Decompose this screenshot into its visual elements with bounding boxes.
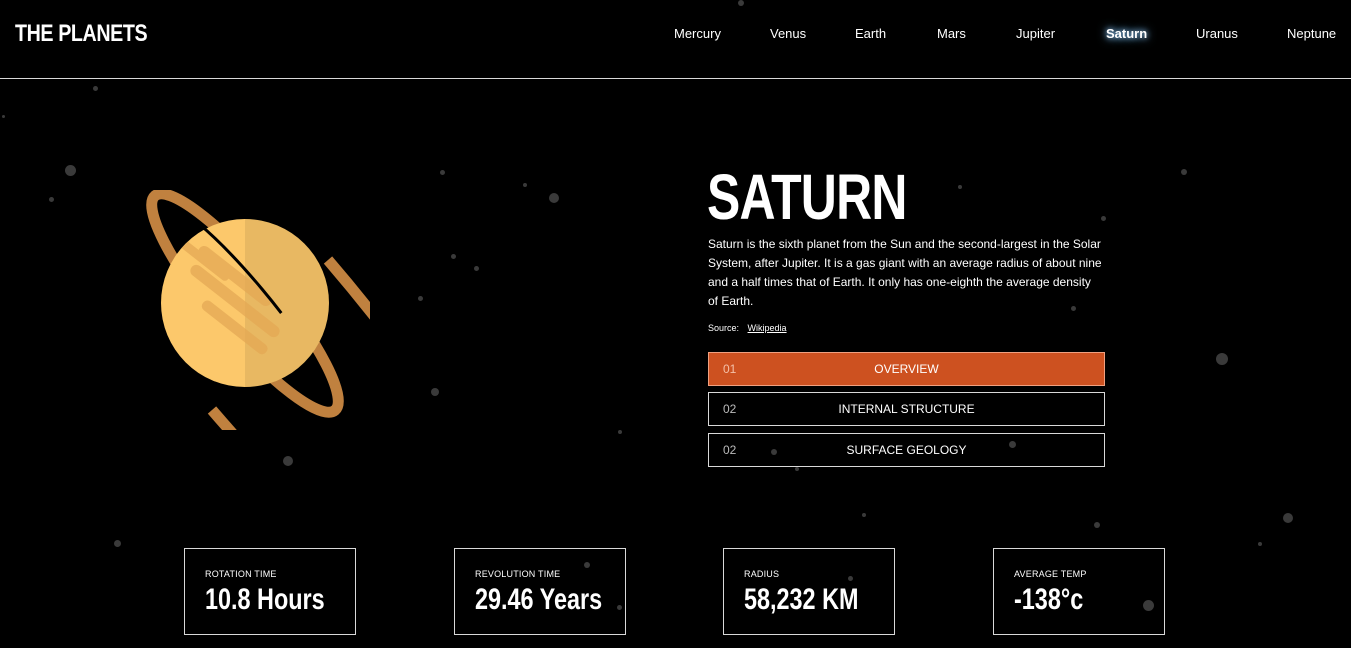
tab-internal-structure[interactable]: 02 INTERNAL STRUCTURE [708,392,1105,426]
stat-value: 58,232 KM [744,583,859,616]
star [549,193,559,203]
nav-item-jupiter[interactable]: Jupiter [1016,26,1055,41]
nav-item-mercury[interactable]: Mercury [674,26,721,41]
nav-item-neptune[interactable]: Neptune [1287,26,1336,41]
planet-description: Saturn is the sixth planet from the Sun … [708,237,1102,308]
stat-rotation-time: ROTATION TIME 10.8 Hours [184,548,356,635]
tab-label: OVERVIEW [874,362,939,376]
nav-item-mars[interactable]: Mars [937,26,966,41]
stat-value: 29.46 Years [475,583,603,616]
stat-label: ROTATION TIME [205,569,277,579]
stat-average-temp: AVERAGE TEMP -138°c [993,548,1165,635]
stat-value: 10.8 Hours [205,583,325,616]
star [451,254,456,259]
star [93,86,98,91]
stat-value: -138°c [1014,583,1084,616]
nav-item-saturn[interactable]: Saturn [1106,26,1147,41]
stat-label: RADIUS [744,569,780,579]
star [795,467,799,471]
star [1258,542,1262,546]
star [418,296,423,301]
stat-label: REVOLUTION TIME [475,569,561,579]
site-logo[interactable]: THE PLANETS [15,20,148,48]
nav-item-venus[interactable]: Venus [770,26,806,41]
star [49,197,54,202]
star [440,170,445,175]
source-label: Source: [708,323,740,333]
site-header: THE PLANETS Mercury Venus Earth Mars Jup… [0,0,1351,79]
tab-label: INTERNAL STRUCTURE [838,402,975,416]
star [1101,216,1106,221]
stat-radius: RADIUS 58,232 KM [723,548,895,635]
star [1216,353,1228,365]
star [474,266,479,271]
stat-label: AVERAGE TEMP [1014,569,1087,579]
star [431,388,439,396]
saturn-illustration [146,190,370,430]
star [1283,513,1293,523]
source-line: Source: Wikipedia [708,323,787,333]
star [283,456,293,466]
star [958,185,962,189]
planet-title: SATURN [707,161,907,233]
star [523,183,527,187]
star [65,165,76,176]
star [1094,522,1100,528]
tab-surface-geology[interactable]: 02 SURFACE GEOLOGY [708,433,1105,467]
star [2,115,5,118]
nav-item-uranus[interactable]: Uranus [1196,26,1238,41]
tab-overview[interactable]: 01 OVERVIEW [708,352,1105,386]
star [114,540,121,547]
tab-label: SURFACE GEOLOGY [846,443,967,457]
source-link-wikipedia[interactable]: Wikipedia [748,323,787,333]
stat-revolution-time: REVOLUTION TIME 29.46 Years [454,548,626,635]
star [1181,169,1187,175]
nav-item-earth[interactable]: Earth [855,26,886,41]
star [862,513,866,517]
planet-body [161,219,329,387]
star [618,430,622,434]
